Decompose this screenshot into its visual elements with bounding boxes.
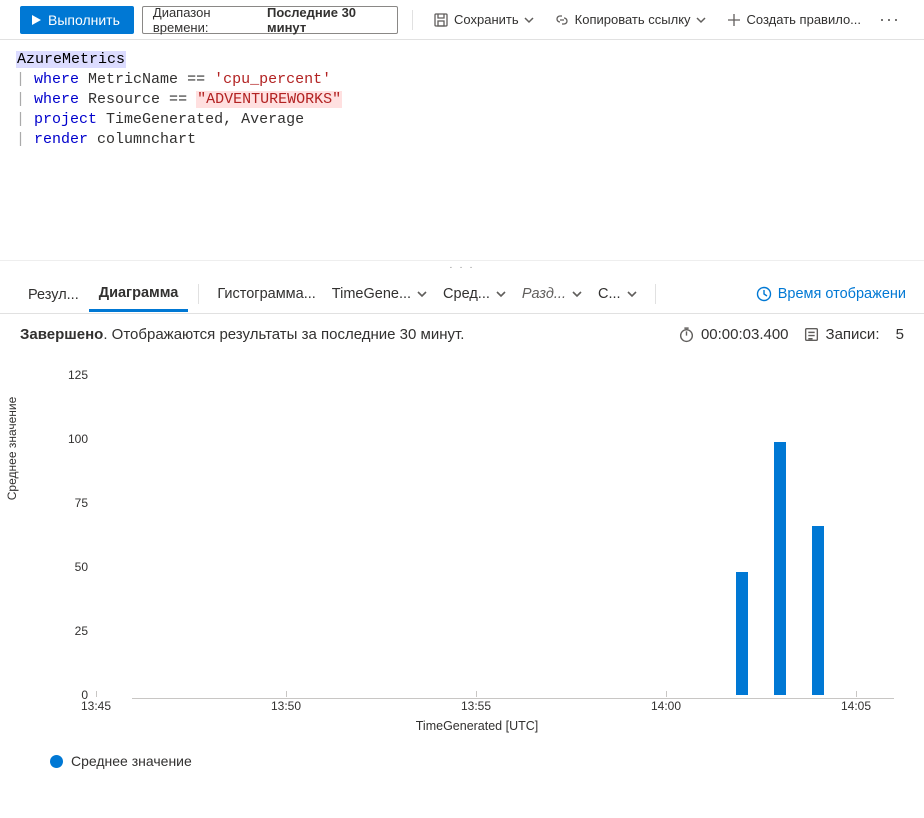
- y-axis-selector[interactable]: Сред...: [435, 286, 514, 302]
- y-tick-label: 50: [75, 560, 88, 574]
- create-rule-label: Создать правило...: [747, 12, 861, 27]
- x-tick-label: 13:50: [271, 699, 301, 713]
- status-text: Завершено. Отображаются результаты за по…: [20, 326, 664, 343]
- results-tab-bar: Резул... Диаграмма Гистограмма... TimeGe…: [0, 274, 924, 314]
- chart-bar[interactable]: [812, 526, 824, 695]
- x-tick-label: 14:05: [841, 699, 871, 713]
- chart-plot-area: 0255075100125: [96, 375, 894, 695]
- records-stat: Записи: 5: [803, 326, 904, 343]
- legend-marker: [50, 755, 63, 768]
- more-button[interactable]: ···: [875, 9, 904, 30]
- legend-label: Среднее значение: [71, 753, 192, 769]
- split-by-selector[interactable]: Разд...: [514, 286, 590, 302]
- copy-link-button[interactable]: Копировать ссылку: [548, 8, 712, 32]
- clock-icon: [756, 286, 772, 302]
- y-tick-label: 100: [68, 432, 88, 446]
- plus-icon: [726, 12, 742, 28]
- x-axis-ticks: 13:4513:5013:5514:0014:05: [96, 695, 894, 713]
- aggregation-selector[interactable]: С...: [590, 286, 645, 302]
- save-button[interactable]: Сохранить: [427, 8, 540, 32]
- chart-container: Среднее значение 0255075100125 13:45 13:5…: [0, 355, 924, 735]
- tab-diagram[interactable]: Диаграмма: [89, 275, 189, 312]
- chart-type-selector[interactable]: Гистограмма...: [209, 286, 323, 302]
- x-axis-selector[interactable]: TimeGene...: [324, 286, 435, 302]
- x-tick-label: 13:55: [461, 699, 491, 713]
- copy-link-label: Копировать ссылку: [575, 12, 691, 27]
- time-range-prefix: Диапазон времени:: [153, 5, 259, 35]
- time-range-selector[interactable]: Диапазон времени: Последние 30 минут: [142, 6, 398, 34]
- y-tick-label: 125: [68, 368, 88, 382]
- records-icon: [803, 326, 820, 343]
- run-button[interactable]: Выполнить: [20, 6, 134, 34]
- save-icon: [433, 12, 449, 28]
- create-rule-button[interactable]: Создать правило...: [720, 8, 867, 32]
- chart-legend: Среднее значение: [0, 735, 924, 769]
- chevron-down-icon: [417, 289, 427, 299]
- y-axis-label: Среднее значение: [5, 397, 19, 501]
- x-tick-label: 14:00: [651, 699, 681, 713]
- tab-results[interactable]: Резул...: [18, 277, 89, 311]
- y-tick-label: 25: [75, 624, 88, 638]
- chevron-down-icon: [496, 289, 506, 299]
- display-time-button[interactable]: Время отображени: [756, 286, 906, 302]
- time-range-value: Последние 30 минут: [267, 5, 387, 35]
- editor-table: AzureMetrics: [16, 51, 126, 68]
- query-editor[interactable]: AzureMetrics | where MetricName == 'cpu_…: [0, 40, 924, 260]
- chevron-down-icon: [524, 15, 534, 25]
- chevron-down-icon: [696, 15, 706, 25]
- chart-bars: [96, 375, 894, 695]
- chevron-down-icon: [572, 289, 582, 299]
- run-label: Выполнить: [48, 12, 120, 28]
- tab-separator: [655, 284, 656, 304]
- y-tick-label: 75: [75, 496, 88, 510]
- status-bar: Завершено. Отображаются результаты за по…: [0, 314, 924, 355]
- chevron-down-icon: [627, 289, 637, 299]
- toolbar: Выполнить Диапазон времени: Последние 30…: [0, 0, 924, 40]
- tab-separator: [198, 284, 199, 304]
- chart-bar[interactable]: [736, 572, 748, 695]
- play-icon: [30, 14, 42, 26]
- save-label: Сохранить: [454, 12, 519, 27]
- x-axis-label: TimeGenerated [UTC]: [60, 719, 894, 733]
- link-icon: [554, 12, 570, 28]
- x-tick-label: 13:45: [81, 699, 111, 713]
- duration-stat: 00:00:03.400: [678, 326, 789, 343]
- splitter-handle[interactable]: · · ·: [0, 260, 924, 274]
- chart-bar[interactable]: [774, 442, 786, 695]
- toolbar-separator: [412, 10, 413, 30]
- stopwatch-icon: [678, 326, 695, 343]
